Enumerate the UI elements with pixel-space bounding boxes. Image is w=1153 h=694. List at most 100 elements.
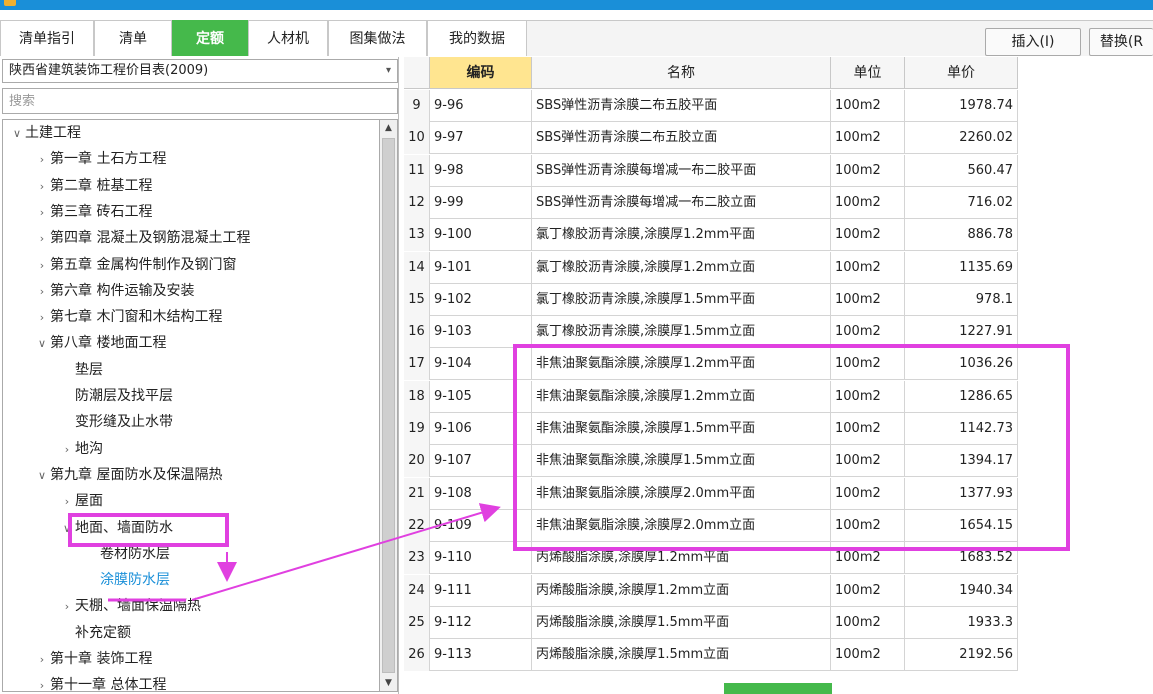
- tab-labor-material[interactable]: 人材机: [248, 20, 328, 56]
- cell-name: 非焦油聚氨酯涂膜,涂膜厚1.5mm立面: [532, 445, 831, 478]
- chevron-right-icon[interactable]: ›: [34, 281, 50, 303]
- cell-name: SBS弹性沥青涂膜二布五胶立面: [532, 122, 831, 155]
- table-row[interactable]: 21 9-108 非焦油聚氨脂涂膜,涂膜厚2.0mm平面 100m2 1377.93: [404, 477, 1018, 510]
- cell-index: 20: [404, 445, 430, 478]
- chevron-right-icon[interactable]: ›: [34, 176, 50, 198]
- grid-header-unit[interactable]: 单位: [831, 57, 905, 89]
- chevron-right-icon[interactable]: ›: [59, 491, 75, 513]
- tree-item[interactable]: ∨ 第九章 屋面防水及保温隔热: [3, 464, 222, 486]
- table-row[interactable]: 25 9-112 丙烯酸脂涂膜,涂膜厚1.5mm平面 100m2 1933.3: [404, 606, 1018, 639]
- tree-item[interactable]: › 第二章 桩基工程: [3, 175, 153, 198]
- cell-price: 1654.15: [905, 509, 1018, 542]
- grid-header-name[interactable]: 名称: [532, 57, 831, 89]
- chevron-right-icon[interactable]: ›: [34, 649, 50, 671]
- tree-item[interactable]: 垫层: [3, 359, 103, 381]
- table-row[interactable]: 16 9-103 氯丁橡胶沥青涂膜,涂膜厚1.5mm立面 100m2 1227.91: [404, 316, 1018, 349]
- chevron-down-icon[interactable]: ∨: [34, 333, 50, 355]
- chevron-right-icon[interactable]: ›: [34, 228, 50, 250]
- cell-index: 25: [404, 606, 430, 639]
- table-row[interactable]: 19 9-106 非焦油聚氨酯涂膜,涂膜厚1.5mm平面 100m2 1142.73: [404, 413, 1018, 445]
- tab-atlas[interactable]: 图集做法: [328, 20, 427, 56]
- chevron-down-icon[interactable]: ∨: [34, 465, 50, 487]
- table-row[interactable]: 9 9-96 SBS弹性沥青涂膜二布五胶平面 100m2 1978.74: [404, 90, 1018, 122]
- table-row[interactable]: 13 9-100 氯丁橡胶沥青涂膜,涂膜厚1.2mm平面 100m2 886.78: [404, 219, 1018, 252]
- scroll-down-icon[interactable]: ▼: [380, 675, 397, 691]
- cell-price: 1394.17: [905, 445, 1018, 478]
- tab-my-data[interactable]: 我的数据: [427, 20, 527, 56]
- chevron-right-icon[interactable]: ›: [34, 675, 50, 691]
- table-row[interactable]: 10 9-97 SBS弹性沥青涂膜二布五胶立面 100m2 2260.02: [404, 122, 1018, 155]
- tree-item[interactable]: › 第六章 构件运输及安装: [3, 280, 195, 303]
- cell-name: 非焦油聚氨酯涂膜,涂膜厚1.2mm立面: [532, 380, 831, 413]
- chevron-right-icon[interactable]: ›: [34, 255, 50, 277]
- tree-item[interactable]: 卷材防水层: [3, 543, 170, 565]
- scroll-up-icon[interactable]: ▲: [380, 120, 397, 136]
- scroll-thumb[interactable]: [382, 138, 395, 673]
- chevron-down-icon[interactable]: ∨: [9, 123, 25, 145]
- tree-item[interactable]: › 第一章 土石方工程: [3, 148, 167, 171]
- table-row[interactable]: 24 9-111 丙烯酸脂涂膜,涂膜厚1.2mm立面 100m2 1940.34: [404, 574, 1018, 607]
- table-row[interactable]: 14 9-101 氯丁橡胶沥青涂膜,涂膜厚1.2mm立面 100m2 1135.69: [404, 251, 1018, 284]
- chevron-down-icon[interactable]: ∨: [59, 518, 75, 540]
- cell-code: 9-108: [430, 477, 532, 510]
- tree-item[interactable]: › 第十章 装饰工程: [3, 648, 153, 671]
- tree-scrollbar[interactable]: ▲ ▼: [380, 119, 398, 692]
- table-row[interactable]: 15 9-102 氯丁橡胶沥青涂膜,涂膜厚1.5mm平面 100m2 978.1: [404, 283, 1018, 316]
- grid-splitter-handle[interactable]: [724, 683, 832, 694]
- cell-unit: 100m2: [831, 574, 905, 607]
- cell-unit: 100m2: [831, 186, 905, 219]
- cell-code: 9-112: [430, 606, 532, 639]
- chevron-right-icon[interactable]: ›: [34, 307, 50, 329]
- tree-item[interactable]: › 地沟: [3, 438, 103, 460]
- table-row[interactable]: 26 9-113 丙烯酸脂涂膜,涂膜厚1.5mm立面 100m2 2192.56: [404, 639, 1018, 672]
- library-select[interactable]: 陕西省建筑装饰工程价目表(2009) ▾: [2, 59, 398, 83]
- tree-item-label: 地沟: [75, 440, 103, 457]
- cell-index: 9: [404, 90, 430, 122]
- table-row[interactable]: 12 9-99 SBS弹性沥青涂膜每增减一布二胶立面 100m2 716.02: [404, 186, 1018, 219]
- table-row[interactable]: 17 9-104 非焦油聚氨酯涂膜,涂膜厚1.2mm平面 100m2 1036.26: [404, 348, 1018, 381]
- table-row[interactable]: 20 9-107 非焦油聚氨酯涂膜,涂膜厚1.5mm立面 100m2 1394.17: [404, 445, 1018, 478]
- table-row[interactable]: 23 9-110 丙烯酸脂涂膜,涂膜厚1.2mm平面 100m2 1683.52: [404, 542, 1018, 575]
- tree-item[interactable]: ∨ 土建工程: [3, 122, 81, 144]
- tree-item-label: 第六章 构件运输及安装: [50, 282, 195, 299]
- chevron-right-icon[interactable]: ›: [59, 596, 75, 618]
- tree-item-label: 第七章 木门窗和木结构工程: [50, 309, 223, 326]
- cell-code: 9-111: [430, 574, 532, 607]
- tree-item-label: 天棚、墙面保温隔热: [75, 598, 201, 615]
- tree-item[interactable]: 变形缝及止水带: [3, 411, 173, 433]
- cell-code: 9-96: [430, 90, 532, 122]
- chevron-right-icon[interactable]: ›: [34, 149, 50, 171]
- cell-name: 氯丁橡胶沥青涂膜,涂膜厚1.5mm平面: [532, 283, 831, 316]
- tab-quota[interactable]: 定额: [172, 20, 248, 56]
- tree-item[interactable]: 涂膜防水层: [3, 569, 170, 591]
- grid-header-code[interactable]: 编码: [430, 57, 532, 89]
- tree-item[interactable]: › 屋面: [3, 490, 103, 512]
- tree-item[interactable]: › 第四章 混凝土及钢筋混凝土工程: [3, 227, 251, 250]
- chevron-right-icon[interactable]: ›: [59, 439, 75, 461]
- cell-unit: 100m2: [831, 509, 905, 542]
- tree-item[interactable]: › 天棚、墙面保温隔热: [3, 595, 201, 617]
- table-row[interactable]: 22 9-109 非焦油聚氨脂涂膜,涂膜厚2.0mm立面 100m2 1654.15: [404, 509, 1018, 542]
- replace-button[interactable]: 替换(R: [1089, 28, 1153, 56]
- tree-item[interactable]: › 第三章 砖石工程: [3, 201, 153, 224]
- tree-item[interactable]: › 第五章 金属构件制作及钢门窗: [3, 254, 237, 277]
- grid-header-price[interactable]: 单价: [905, 57, 1018, 89]
- chevron-right-icon[interactable]: ›: [34, 202, 50, 224]
- cell-name: 氯丁橡胶沥青涂膜,涂膜厚1.2mm平面: [532, 219, 831, 252]
- tab-list[interactable]: 清单: [94, 20, 172, 56]
- tree-item-label: 变形缝及止水带: [75, 414, 173, 431]
- search-input[interactable]: [2, 88, 398, 114]
- cell-price: 886.78: [905, 219, 1018, 252]
- tree-item[interactable]: ∨ 第八章 楼地面工程: [3, 332, 166, 354]
- tree-item[interactable]: 防潮层及找平层: [3, 385, 173, 407]
- table-row[interactable]: 11 9-98 SBS弹性沥青涂膜每增减一布二胶平面 100m2 560.47: [404, 154, 1018, 187]
- tree-item[interactable]: › 第十一章 总体工程: [3, 674, 167, 691]
- tree-item[interactable]: › 第七章 木门窗和木结构工程: [3, 306, 223, 329]
- tree-item-label: 防潮层及找平层: [75, 388, 173, 404]
- tree-item[interactable]: 补充定额: [3, 622, 131, 644]
- cell-index: 19: [404, 413, 430, 445]
- table-row[interactable]: 18 9-105 非焦油聚氨酯涂膜,涂膜厚1.2mm立面 100m2 1286.65: [404, 380, 1018, 413]
- tree-item[interactable]: ∨ 地面、墙面防水: [3, 517, 173, 539]
- tab-list-guide[interactable]: 清单指引: [0, 20, 94, 56]
- insert-button[interactable]: 插入(I): [985, 28, 1081, 56]
